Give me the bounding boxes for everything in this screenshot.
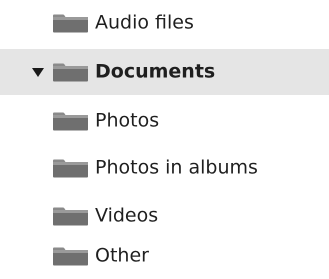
folder-icon [53,63,88,82]
tree-item-label: Videos [95,204,159,227]
tree-item-label: Documents [95,60,216,83]
tree-item-audio-files[interactable]: Audio files [0,0,329,46]
tree-item-label: Other [95,244,149,267]
folder-icon [53,207,88,226]
tree-item-label: Photos [95,109,160,132]
tree-item-documents[interactable]: Documents [0,49,329,95]
folder-icon [53,247,88,266]
tree-item-other[interactable]: Other [0,233,329,279]
folder-icon [53,159,88,178]
tree-item-label: Audio files [95,11,194,34]
folder-icon [53,112,88,131]
expanded-arrow-icon[interactable] [32,68,44,77]
tree-item-photos[interactable]: Photos [0,98,329,144]
folder-tree: Audio files Documents Photos Photos in a… [0,0,329,279]
tree-item-photos-in-albums[interactable]: Photos in albums [0,145,329,191]
folder-icon [53,14,88,33]
tree-item-label: Photos in albums [95,156,258,179]
